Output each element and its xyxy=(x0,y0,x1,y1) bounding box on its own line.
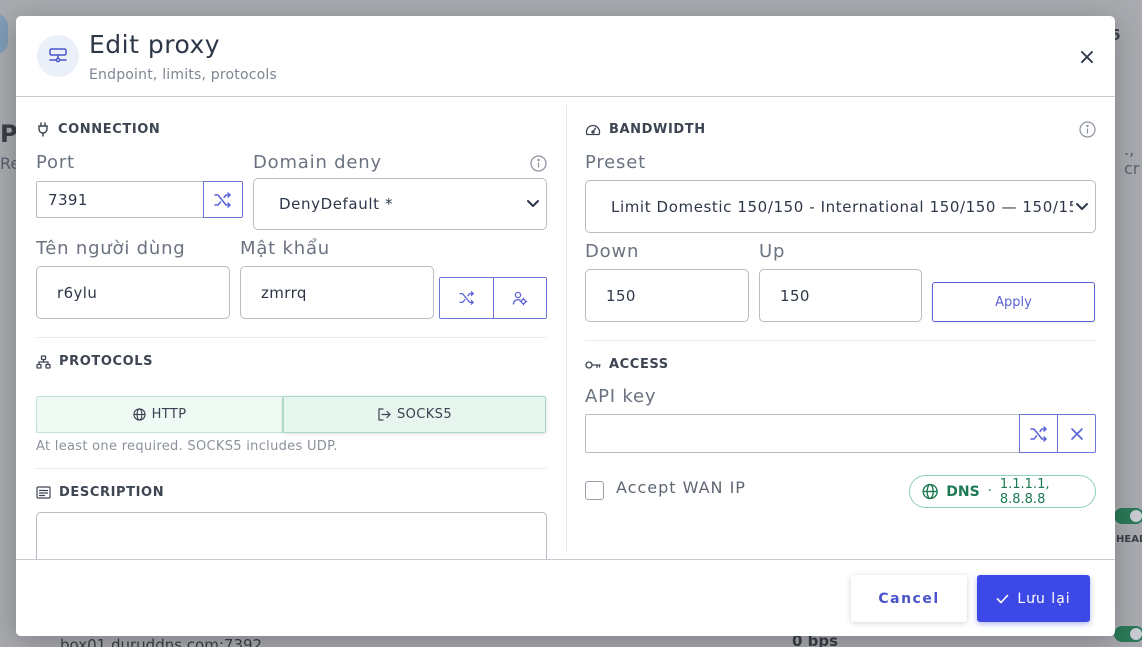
server-icon xyxy=(37,35,79,77)
check-icon xyxy=(997,594,1009,603)
password-label: Mật khẩu xyxy=(240,238,331,259)
section-divider xyxy=(585,340,1096,341)
shuffle-icon xyxy=(214,191,231,208)
dialog-header: Edit proxy Endpoint, limits, protocols × xyxy=(16,16,1115,97)
port-input[interactable] xyxy=(36,181,204,218)
background-toggle xyxy=(1114,508,1142,524)
dialog-subtitle: Endpoint, limits, protocols xyxy=(89,67,278,83)
protocol-socks5-label: SOCKS5 xyxy=(396,407,452,422)
info-icon[interactable] xyxy=(1079,121,1096,138)
background-toggle xyxy=(1114,626,1142,642)
close-button[interactable]: × xyxy=(1076,44,1098,70)
sign-out-icon xyxy=(378,408,391,421)
bandwidth-section-header: BANDWIDTH xyxy=(585,122,706,137)
connection-section-header: CONNECTION xyxy=(36,122,160,137)
domain-deny-value: DenyDefault * xyxy=(279,195,394,213)
api-key-input[interactable] xyxy=(585,414,1020,453)
protocol-toggle-group: HTTP SOCKS5 xyxy=(36,396,546,433)
user-gear-icon xyxy=(512,291,528,306)
username-input[interactable] xyxy=(36,266,230,319)
cancel-button[interactable]: Cancel xyxy=(851,575,967,622)
dns-separator: · xyxy=(987,484,992,499)
up-label: Up xyxy=(759,241,786,262)
protocol-http-button[interactable]: HTTP xyxy=(36,396,283,433)
username-label: Tên người dùng xyxy=(36,238,186,259)
dialog-body: CONNECTION Port Domain deny DenyDefault … xyxy=(16,97,1115,565)
random-port-button[interactable] xyxy=(203,181,243,218)
save-button[interactable]: Lưu lại xyxy=(977,575,1090,622)
dialog-title: Edit proxy xyxy=(89,30,221,59)
domain-deny-select[interactable]: DenyDefault * xyxy=(253,178,547,230)
close-icon: × xyxy=(1077,44,1097,70)
protocol-socks5-button[interactable]: SOCKS5 xyxy=(283,396,546,433)
key-icon xyxy=(585,360,601,369)
connection-section-title: CONNECTION xyxy=(58,122,161,137)
generate-api-key-button[interactable] xyxy=(1019,414,1058,453)
plug-icon xyxy=(38,122,48,137)
dns-label: DNS xyxy=(946,483,980,500)
protocols-hint: At least one required. SOCKS5 includes U… xyxy=(36,439,338,454)
dialog-footer: Cancel Lưu lại xyxy=(16,559,1115,636)
up-input[interactable] xyxy=(759,269,922,322)
background-row-host: box01.duruddns.com:7392 xyxy=(60,636,263,647)
section-divider xyxy=(36,468,547,469)
globe-icon xyxy=(922,483,938,500)
preset-label: Preset xyxy=(585,152,646,173)
chevron-down-icon xyxy=(524,195,540,213)
shuffle-icon xyxy=(1029,425,1047,442)
protocols-section-header: PROTOCOLS xyxy=(36,354,153,369)
background-heading: P xyxy=(0,120,18,148)
x-icon xyxy=(1070,427,1083,440)
description-section-title: DESCRIPTION xyxy=(59,485,165,500)
random-credentials-button[interactable] xyxy=(439,277,494,319)
section-divider xyxy=(36,337,547,338)
description-textarea[interactable] xyxy=(36,512,547,565)
column-divider xyxy=(566,105,567,551)
api-key-label: API key xyxy=(585,386,657,407)
clear-api-key-button[interactable] xyxy=(1057,414,1096,453)
protocols-section-title: PROTOCOLS xyxy=(59,354,154,369)
note-icon xyxy=(36,486,51,499)
globe-icon xyxy=(132,408,146,421)
access-section-header: ACCESS xyxy=(585,357,669,372)
bandwidth-preset-value: Limit Domestic 150/150 - International 1… xyxy=(611,197,1089,216)
apply-bandwidth-button[interactable]: Apply xyxy=(932,282,1095,322)
save-label: Lưu lại xyxy=(1017,590,1071,607)
down-label: Down xyxy=(585,241,640,262)
background-avatar xyxy=(0,14,8,54)
tachometer-icon xyxy=(585,124,601,136)
password-input[interactable] xyxy=(240,266,434,319)
dns-value: 1.1.1.1, 8.8.8.8 xyxy=(999,476,1050,507)
dns-badge[interactable]: DNS · 1.1.1.1, 8.8.8.8 xyxy=(909,475,1096,508)
port-label: Port xyxy=(36,152,75,173)
chevron-down-icon xyxy=(1073,197,1089,216)
down-input[interactable] xyxy=(585,269,749,322)
accept-wan-label: Accept WAN IP xyxy=(616,478,746,497)
protocol-http-label: HTTP xyxy=(151,407,187,422)
shuffle-icon xyxy=(458,291,474,305)
sitemap-icon xyxy=(36,354,51,369)
bandwidth-section-title: BANDWIDTH xyxy=(609,122,706,137)
domain-deny-label: Domain deny xyxy=(253,152,382,173)
background-search-text: ., cr xyxy=(1124,140,1140,178)
edit-proxy-dialog: Edit proxy Endpoint, limits, protocols ×… xyxy=(16,16,1115,636)
description-section-header: DESCRIPTION xyxy=(36,485,164,500)
info-icon[interactable] xyxy=(530,155,547,172)
bandwidth-preset-select[interactable]: Limit Domestic 150/150 - International 1… xyxy=(585,180,1096,233)
access-section-title: ACCESS xyxy=(609,357,669,372)
accept-wan-checkbox[interactable] xyxy=(585,481,604,500)
user-settings-button[interactable] xyxy=(493,277,547,319)
background-column-label: HEAD xyxy=(1116,534,1142,545)
